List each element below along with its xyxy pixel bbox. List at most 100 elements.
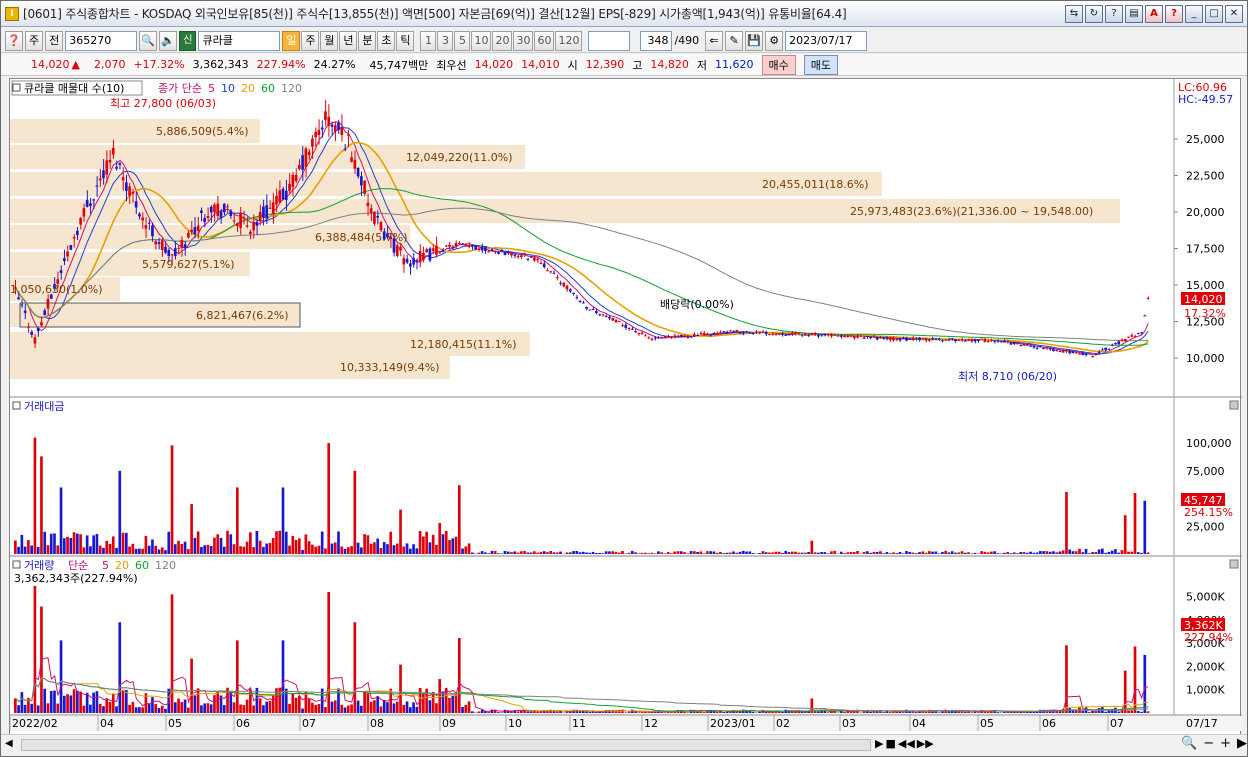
chart-area[interactable]: 25,973,483(23.6%)(21,336.00 ~ 19,548.00)… (9, 78, 1242, 738)
market-select[interactable]: 주 (25, 30, 44, 51)
amount-bar (784, 551, 788, 554)
volume-bar (118, 622, 122, 713)
amount-bar (1055, 552, 1058, 554)
candle (281, 188, 285, 200)
candle (330, 124, 334, 127)
candle (941, 340, 944, 342)
layout-icon[interactable]: ▤ (1125, 5, 1143, 23)
scroll-track[interactable] (21, 739, 871, 751)
amount-close-icon[interactable] (1229, 400, 1239, 410)
amount-bar (151, 539, 154, 554)
play-icon[interactable]: ▶ (875, 737, 883, 750)
scroll-right-icon[interactable]: ▶ (1237, 736, 1247, 751)
stop-icon[interactable]: ■ (885, 737, 895, 750)
candle (17, 297, 20, 300)
volume-bar (141, 707, 144, 713)
candle (304, 148, 308, 167)
price-panel: 25,973,483(23.6%)(21,336.00 ~ 19,548.00)… (10, 79, 1242, 398)
count-input[interactable]: 348 (640, 30, 673, 51)
minute-tab[interactable]: 60 (534, 30, 555, 51)
amount-bar (431, 534, 435, 554)
refresh-icon[interactable]: ↻ (1085, 5, 1103, 23)
volume-bar (239, 704, 242, 713)
candle (222, 203, 226, 213)
candle (559, 282, 562, 284)
help-icon[interactable]: ? (1105, 5, 1123, 23)
scroll-left-icon[interactable]: ◀ (5, 738, 13, 749)
period-tab[interactable]: 주 (301, 30, 320, 51)
amount-bar (268, 542, 272, 554)
speaker-icon[interactable]: 🔈 (159, 30, 178, 51)
amount-bar (702, 553, 706, 554)
volume-close-icon[interactable] (1229, 559, 1239, 569)
draw-icon[interactable]: ✎ (725, 30, 744, 51)
candle (565, 285, 569, 290)
candle (803, 333, 807, 336)
forward-icon[interactable]: ▶▶ (917, 737, 934, 750)
price-y-tick: 22,500 (1186, 170, 1225, 183)
amount-bar (311, 544, 314, 554)
close-icon[interactable]: ✕ (1225, 5, 1243, 23)
scroll-bar[interactable]: ◀ ▶ ■ ◀◀ ▶▶ 🔍 − + ▶ (1, 734, 1247, 754)
code-input[interactable]: 365270 (65, 30, 138, 51)
minus-icon[interactable]: − (1203, 736, 1214, 751)
period-tab[interactable]: 년 (339, 30, 358, 51)
minute-tab[interactable]: 3 (437, 30, 454, 51)
all-button[interactable]: 전 (45, 30, 64, 51)
amount-bar (918, 552, 921, 554)
candle (764, 331, 768, 335)
amount-bar (960, 551, 964, 554)
save-icon[interactable]: 💾 (745, 30, 764, 51)
sell-button[interactable]: 매도 (803, 54, 839, 75)
volume-bar (536, 711, 539, 713)
period-tab[interactable]: 분 (358, 30, 377, 51)
maximize-icon[interactable]: □ (1205, 5, 1223, 23)
period-tab[interactable]: 일 (282, 30, 301, 51)
volume-bar (138, 707, 141, 713)
volume-bar (72, 689, 76, 713)
candle (810, 333, 814, 336)
zoom-icon[interactable]: 🔍 (1181, 736, 1197, 751)
prev-icon[interactable]: ⇐ (705, 30, 724, 51)
question-icon[interactable]: ? (1165, 5, 1183, 23)
font-icon[interactable]: A (1145, 5, 1163, 23)
link-icon[interactable]: ⇆ (1065, 5, 1083, 23)
minute-custom-input[interactable] (588, 30, 631, 51)
amount-bar (781, 552, 784, 554)
amount-bar (523, 550, 526, 554)
amount-bar (1048, 551, 1052, 554)
volume-bar (970, 712, 974, 713)
date-input[interactable]: 2023/07/17 (785, 30, 868, 51)
candle (115, 166, 118, 169)
amount-bar (373, 542, 376, 554)
stock-select-icon[interactable]: ❓ (5, 30, 23, 51)
period-tab[interactable]: 초 (377, 30, 396, 51)
volume-bar (1117, 711, 1121, 713)
candle (1058, 351, 1062, 353)
search-icon[interactable]: 🔍 (139, 30, 158, 51)
period-tab[interactable]: 틱 (396, 30, 415, 51)
plus-icon[interactable]: + (1220, 736, 1231, 751)
volume-bar (702, 712, 706, 713)
minute-tab[interactable]: 120 (555, 30, 583, 51)
amount-bar (513, 551, 517, 554)
candle (1068, 350, 1072, 354)
period-tab[interactable]: 월 (320, 30, 339, 51)
minute-tab[interactable]: 5 (454, 30, 471, 51)
amount-bar (1104, 552, 1107, 554)
minimize-icon[interactable]: _ (1185, 5, 1203, 23)
amount-bar (131, 543, 135, 554)
amount-bar (1045, 551, 1049, 554)
volume-bar (441, 691, 445, 713)
rewind-icon[interactable]: ◀◀ (898, 737, 915, 750)
amount-bar (546, 552, 549, 554)
minute-tab[interactable]: 30 (513, 30, 534, 51)
minute-tab[interactable]: 1 (420, 30, 437, 51)
minute-tab[interactable]: 20 (492, 30, 513, 51)
buy-button[interactable]: 매수 (761, 54, 796, 75)
amount-bar (128, 546, 131, 554)
gear-icon[interactable]: ⚙ (765, 30, 784, 51)
price-y-axis: 25,00022,50020,00017,50015,00012,50010,0… (1174, 133, 1225, 365)
minute-tab[interactable]: 10 (471, 30, 492, 51)
volume-bar (62, 695, 66, 713)
